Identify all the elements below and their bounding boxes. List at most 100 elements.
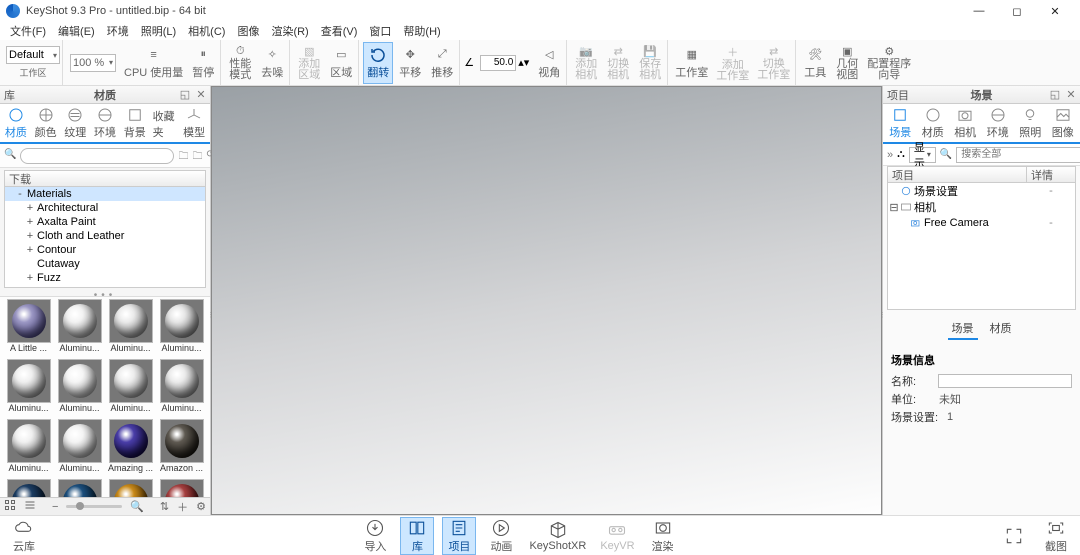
geometry-view-button[interactable]: ▣ 几何 视图 [832,42,862,84]
material-thumb[interactable]: Amazing ... [106,419,155,477]
view-list-icon[interactable] [24,499,36,514]
animation-button[interactable]: 动画 [485,518,517,554]
tree-item[interactable]: Cutaway [5,257,205,271]
switch-camera-button[interactable]: ⇄ 切换 相机 [603,42,633,84]
menu-camera[interactable]: 相机(C) [182,22,231,40]
render-button[interactable]: 渲染 [647,518,679,554]
maximize-button[interactable]: ◻ [998,0,1036,22]
project-button[interactable]: 项目 [443,518,475,554]
keyvr-button[interactable]: KeyVR [598,520,636,552]
keyshotxr-button[interactable]: KeyShotXR [527,520,588,552]
menu-file[interactable]: 文件(F) [4,22,52,40]
pan-button[interactable]: ✥ 平移 [395,42,425,84]
free-camera-node[interactable]: Free Camera [910,217,989,229]
zoom-out-icon[interactable]: − [52,501,58,513]
material-thumb[interactable]: Aluminu... [4,359,53,417]
switch-studio-button[interactable]: ⇄ 切换 工作室 [754,42,793,84]
pause-button[interactable]: ⏸ 暂停 [188,42,218,84]
hierarchy-icon[interactable]: ⛬ [897,148,905,161]
fullscreen-button[interactable] [998,526,1030,546]
proj-tab-env[interactable]: 环境 [985,104,1012,142]
material-thumb[interactable]: Anodiz... [4,479,53,497]
render-viewport[interactable]: ⋮ ⋮ [211,86,882,515]
proj-tab-material[interactable]: 材质 [920,104,947,142]
material-thumb[interactable]: Aluminu... [106,359,155,417]
tree-item[interactable]: +Cloth and Leather [5,229,205,243]
configurator-button[interactable]: ⚙ 配置程序 向导 [864,42,914,84]
import-button[interactable]: 导入 [359,518,391,554]
material-thumb[interactable]: Anodize... [106,479,155,497]
tumble-button[interactable]: 翻转 [363,42,393,84]
material-thumb[interactable]: Anodiz... [55,479,104,497]
dolly-button[interactable]: ⤢ 推移 [427,42,457,84]
folder-icon[interactable]: 🗀 [178,149,188,163]
material-thumb[interactable]: Amazon ... [157,419,206,477]
project-search-input[interactable] [956,147,1080,163]
stepper-icon[interactable]: ▴▾ [518,56,532,70]
menu-environment[interactable]: 环境 [101,22,135,40]
scene-settings-node[interactable]: 场景设置 [900,183,958,199]
panel-close-icon[interactable]: ✕ [194,88,208,102]
cloud-library-button[interactable]: 云库 [8,518,40,554]
close-button[interactable]: ✕ [1036,0,1074,22]
tab-colors[interactable]: 颜色 [34,104,58,142]
save-camera-button[interactable]: 💾 保存 相机 [635,42,665,84]
minimize-button[interactable]: — [960,0,998,22]
scene-name-input[interactable] [938,374,1072,388]
panel-undock-icon[interactable]: ◱ [178,88,192,102]
menu-render[interactable]: 渲染(R) [265,22,314,40]
material-thumb[interactable]: Anodize... [157,479,206,497]
menu-lighting[interactable]: 照明(L) [135,22,182,40]
panel-undock-icon[interactable]: ◱ [1048,88,1062,102]
tab-textures[interactable]: 纹理 [63,104,87,142]
menu-window[interactable]: 窗口 [363,22,397,40]
material-thumb[interactable]: Aluminu... [55,299,104,357]
collapse-all-icon[interactable]: » [887,149,893,161]
material-thumb[interactable]: Aluminu... [55,419,104,477]
tree-item[interactable]: -Materials [5,187,205,201]
proj-tab-image[interactable]: 图像 [1050,104,1077,142]
performance-mode-button[interactable]: ⏱ 性能 模式 [225,42,255,84]
proj-tab-scene[interactable]: 场景 [887,104,914,142]
library-search-input[interactable] [20,148,174,164]
folder-link-icon[interactable]: 🗀 [192,149,202,163]
subtab-material[interactable]: 材质 [986,318,1016,340]
thumb-size-slider[interactable] [66,505,122,508]
material-thumb[interactable]: Aluminu... [157,359,206,417]
cpu-usage-button[interactable]: ≡ CPU 使用量 [121,42,186,84]
menu-help[interactable]: 帮助(H) [397,22,446,40]
right-splitter-handle[interactable]: ⋮ [879,301,885,329]
material-thumb[interactable]: Aluminu... [4,419,53,477]
material-thumb[interactable]: Aluminu... [106,299,155,357]
panel-close-icon[interactable]: ✕ [1064,88,1078,102]
tab-materials[interactable]: 材质 [4,104,28,142]
tree-item[interactable]: +Architectural [5,201,205,215]
proj-tab-light[interactable]: 照明 [1017,104,1044,142]
settings-icon[interactable]: ⚙ [196,500,206,513]
studio-button[interactable]: ▦ 工作室 [672,42,711,84]
add-region-button[interactable]: ▧ 添加 区域 [294,42,324,84]
menu-view[interactable]: 查看(V) [315,22,364,40]
workspace-select[interactable]: Default [6,46,60,64]
tab-environment[interactable]: 环境 [93,104,117,142]
tab-models[interactable]: 模型 [182,104,206,142]
material-thumb[interactable]: Aluminu... [157,299,206,357]
library-tree[interactable]: 下载 -Materials+Architectural+Axalta Paint… [4,170,206,288]
denoise-button[interactable]: ✧ 去噪 [257,42,287,84]
tree-item[interactable]: +Gem Stones [5,285,205,288]
tree-item[interactable]: +Fuzz [5,271,205,285]
menu-edit[interactable]: 编辑(E) [52,22,101,40]
menu-image[interactable]: 图像 [231,22,265,40]
show-dropdown[interactable]: 显示 [909,147,936,163]
add-camera-button[interactable]: 📷 添加 相机 [571,42,601,84]
material-thumb[interactable]: A Little ... [4,299,53,357]
tools-button[interactable]: 🛠 工具 [800,42,830,84]
scene-tree[interactable]: 项目 详情 场景设置 - ⊟相机 Free Camera - [887,166,1076,310]
region-area-button[interactable]: ▭ 区域 [326,42,356,84]
zoom-in-icon[interactable]: 🔍 [130,500,144,513]
left-splitter-handle[interactable]: ⋮ [208,301,214,329]
add-studio-button[interactable]: ＋ 添加 工作室 [713,42,752,84]
view-grid-icon[interactable] [4,499,16,514]
screenshot-button[interactable]: 截图 [1040,518,1072,554]
camera-group-node[interactable]: 相机 [900,199,936,215]
